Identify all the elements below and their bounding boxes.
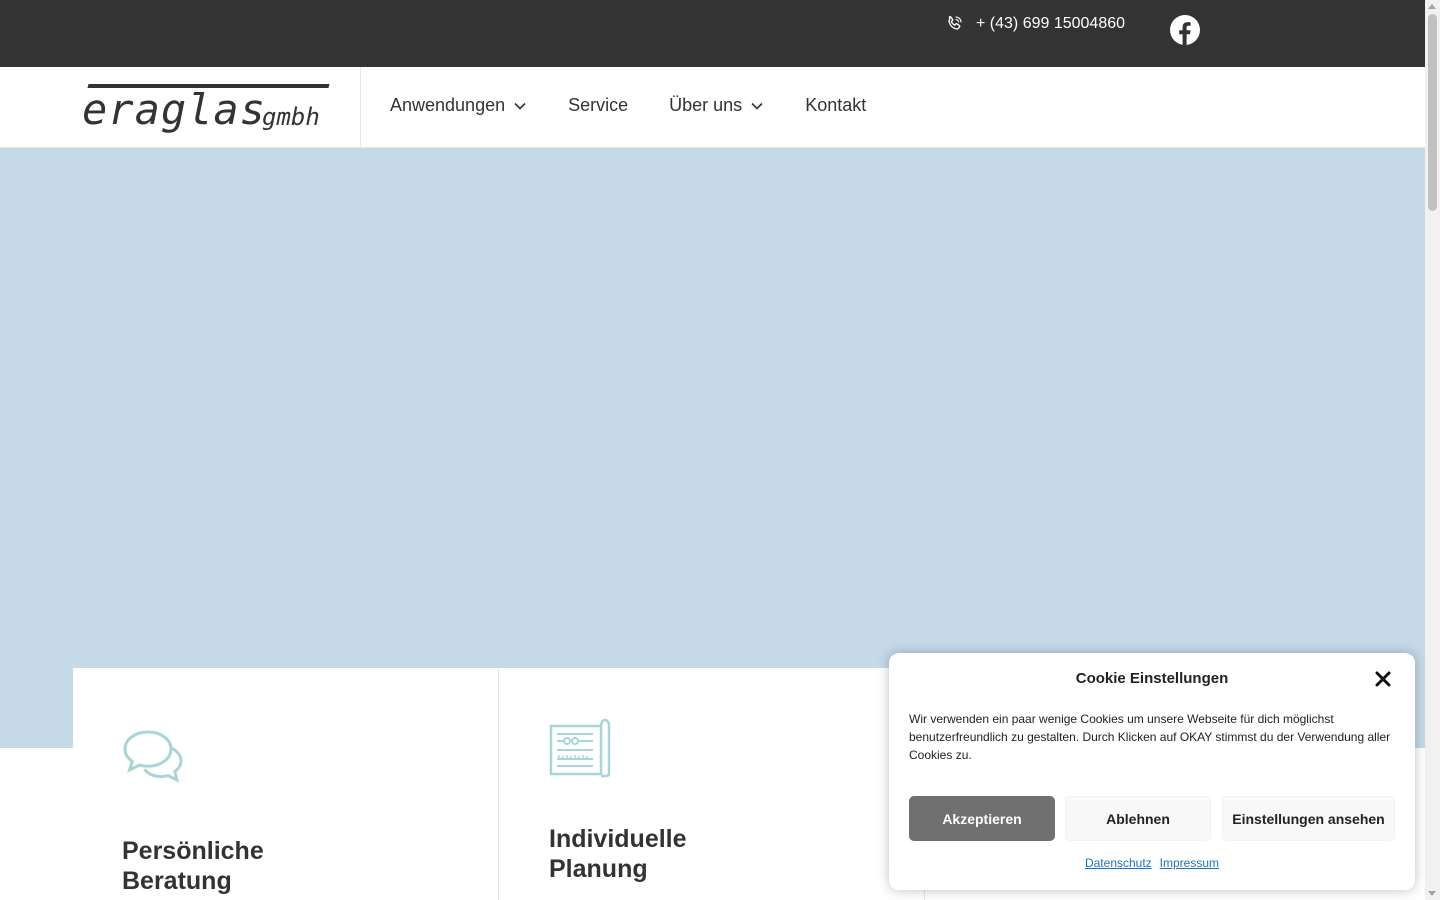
scroll-up-arrow[interactable] [1428,4,1436,9]
chevron-down-icon [751,102,763,110]
cookie-dialog: Cookie Einstellungen Wir verwenden ein p… [889,653,1415,890]
company-logo[interactable]: eraglas gmbh [82,83,332,133]
cookie-dialog-links: Datenschutz Impressum [889,856,1415,870]
nav-item-ueber-uns[interactable]: Über uns [669,95,764,116]
imprint-link[interactable]: Impressum [1160,856,1219,870]
logo-wordmark: eraglas [82,85,267,134]
header-divider [360,67,361,147]
close-icon[interactable] [1374,670,1392,688]
top-bar: + (43) 699 15004860 [0,0,1425,67]
privacy-link[interactable]: Datenschutz [1085,856,1152,870]
blueprint-icon [549,718,611,778]
phone-number[interactable]: + (43) 699 15004860 [976,15,1125,33]
main-header: eraglas gmbh Anwendungen Service Über un… [0,67,1425,148]
chevron-down-icon [514,102,526,110]
page-scrollbar[interactable] [1425,0,1440,900]
feature-card-title: Persönliche Beratung [122,837,264,895]
phone-contact[interactable]: + (43) 699 15004860 [944,14,1125,34]
feature-card: Individuelle Planung [499,668,925,900]
cookie-dialog-text: Wir verwenden ein paar wenige Cookies um… [909,712,1391,762]
logo-suffix: gmbh [262,103,320,131]
nav-item-kontakt[interactable]: Kontakt [805,95,866,116]
feature-card: Persönliche Beratung [73,668,499,900]
cookie-dialog-title: Cookie Einstellungen [1075,670,1229,687]
facebook-icon[interactable] [1170,15,1200,45]
nav-item-label: Service [568,95,629,115]
nav-item-service[interactable]: Service [568,95,628,116]
chat-bubbles-icon [123,730,183,783]
feature-card-title: Individuelle Planung [549,825,687,883]
nav-item-label: Über uns [669,95,743,115]
phone-icon [948,16,962,30]
deny-cookies-button[interactable]: Ablehnen [1065,796,1211,841]
main-nav: Anwendungen Service Über uns Kontakt [390,95,907,116]
nav-item-anwendungen[interactable]: Anwendungen [390,95,527,116]
view-preferences-button[interactable]: Einstellungen ansehen [1222,796,1395,841]
accept-cookies-button[interactable]: Akzeptieren [909,796,1055,841]
scroll-down-arrow[interactable] [1428,891,1436,896]
scrollbar-thumb[interactable] [1428,14,1437,211]
nav-item-label: Kontakt [805,95,867,115]
nav-item-label: Anwendungen [390,95,506,115]
